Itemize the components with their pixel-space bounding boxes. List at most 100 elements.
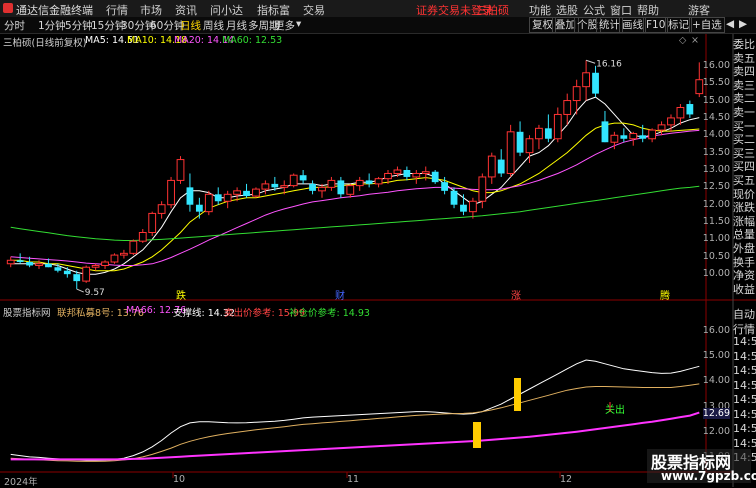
candle xyxy=(309,180,316,195)
candle xyxy=(412,170,421,184)
y-tick-label: 14.00 xyxy=(702,129,730,141)
candle xyxy=(252,187,260,198)
candle xyxy=(148,211,157,236)
y-tick-label: 15.50 xyxy=(702,77,730,89)
y-tick-label: 13.00 xyxy=(702,164,730,175)
candle xyxy=(176,156,185,184)
high-price-label: 16.16 xyxy=(596,59,622,69)
candle xyxy=(243,183,250,198)
candle xyxy=(553,107,562,143)
y-tick-label: 10.00 xyxy=(702,268,730,280)
candle xyxy=(299,170,307,184)
candle xyxy=(138,229,147,243)
candle xyxy=(582,60,590,101)
signal-bar xyxy=(473,422,481,448)
watermark-url: www.7gpzb.com xyxy=(661,469,756,483)
minute-label: 14:56 xyxy=(733,349,756,363)
y-tick-label: 10.50 xyxy=(702,250,730,262)
minute-label: 14:56 xyxy=(733,393,756,406)
y-tick-label: 12.00 xyxy=(702,425,730,437)
minute-label: 14:56 xyxy=(733,422,756,435)
candle xyxy=(195,197,203,219)
minute-label: 14:56 xyxy=(733,335,756,348)
candle xyxy=(346,183,355,198)
candle xyxy=(327,176,336,191)
candle xyxy=(120,249,128,259)
x-label-nov: 11 xyxy=(347,474,360,485)
y-tick-label: 11.00 xyxy=(702,233,730,245)
candle xyxy=(204,190,213,216)
sell-signal-label: 关出 xyxy=(605,403,625,416)
candle xyxy=(478,173,487,209)
y-tick-label: 13.50 xyxy=(702,146,730,158)
y-tick-label: 12.50 xyxy=(702,181,730,193)
ma-line-ma60 xyxy=(10,185,700,241)
sub-line xyxy=(10,359,700,461)
candle xyxy=(592,65,599,98)
candle xyxy=(337,176,345,198)
ma-line-ma10 xyxy=(10,122,700,272)
candle xyxy=(63,267,71,278)
candle xyxy=(620,128,628,143)
minute-label: 14:56 xyxy=(733,364,756,377)
candle xyxy=(497,149,505,177)
candle xyxy=(261,180,270,195)
candle xyxy=(365,173,373,188)
event-marker: 腾 xyxy=(660,289,670,302)
x-label-2024: 2024年 xyxy=(4,477,38,488)
current-value-label: 12.69 xyxy=(702,408,730,420)
watermark: 股票指标网 www.7gpzb.com xyxy=(647,449,756,483)
candle xyxy=(516,121,524,157)
candle xyxy=(110,253,119,264)
candle xyxy=(16,253,24,264)
minute-label: 14:56 xyxy=(733,436,756,450)
candle xyxy=(601,110,609,143)
y-tick-label: 15.00 xyxy=(702,94,730,106)
candle xyxy=(91,263,100,271)
candle xyxy=(214,187,222,205)
candle xyxy=(289,173,298,188)
candle xyxy=(101,260,109,269)
candle xyxy=(355,176,364,191)
minute-label: 14:56 xyxy=(733,407,756,421)
candle xyxy=(460,194,467,216)
candle xyxy=(167,176,175,209)
kline-chart[interactable]: 关出 16.16 9.57 跌 财 涨 腾 xyxy=(0,0,756,487)
minute-label: 14:56 xyxy=(733,378,756,392)
x-label-dec: 12 xyxy=(560,474,573,485)
candle xyxy=(450,187,458,209)
candle xyxy=(572,79,581,115)
candle xyxy=(506,124,515,177)
x-label-oct: 10 xyxy=(173,474,186,485)
candle xyxy=(73,270,81,290)
y-tick-label: 16.00 xyxy=(702,59,730,71)
y-tick-label: 16.00 xyxy=(702,325,730,337)
low-price-label: 9.57 xyxy=(85,288,105,298)
candle xyxy=(648,128,657,143)
y-tick-label: 12.00 xyxy=(702,198,730,210)
candle xyxy=(374,176,383,188)
candle xyxy=(563,93,572,125)
candle xyxy=(535,124,543,150)
candle xyxy=(129,239,138,256)
ma-line-ma5 xyxy=(10,96,700,275)
candle xyxy=(82,265,91,283)
candle xyxy=(695,62,704,98)
candle xyxy=(469,197,477,219)
candle xyxy=(157,201,166,219)
candle xyxy=(318,183,326,198)
candle xyxy=(629,131,638,146)
event-marker: 财 xyxy=(335,289,345,302)
sub-line xyxy=(10,383,700,462)
y-tick-label: 15.00 xyxy=(702,350,730,362)
candle xyxy=(431,170,439,184)
candle xyxy=(403,166,411,181)
quote-label: 收益 xyxy=(733,282,755,296)
sub-line xyxy=(10,411,700,461)
y-tick-label: 14.00 xyxy=(702,375,730,387)
ma-line-ma20 xyxy=(10,129,700,266)
candle xyxy=(6,256,15,268)
candle xyxy=(686,100,694,118)
candle xyxy=(487,152,496,184)
event-marker: 跌 xyxy=(176,289,186,302)
